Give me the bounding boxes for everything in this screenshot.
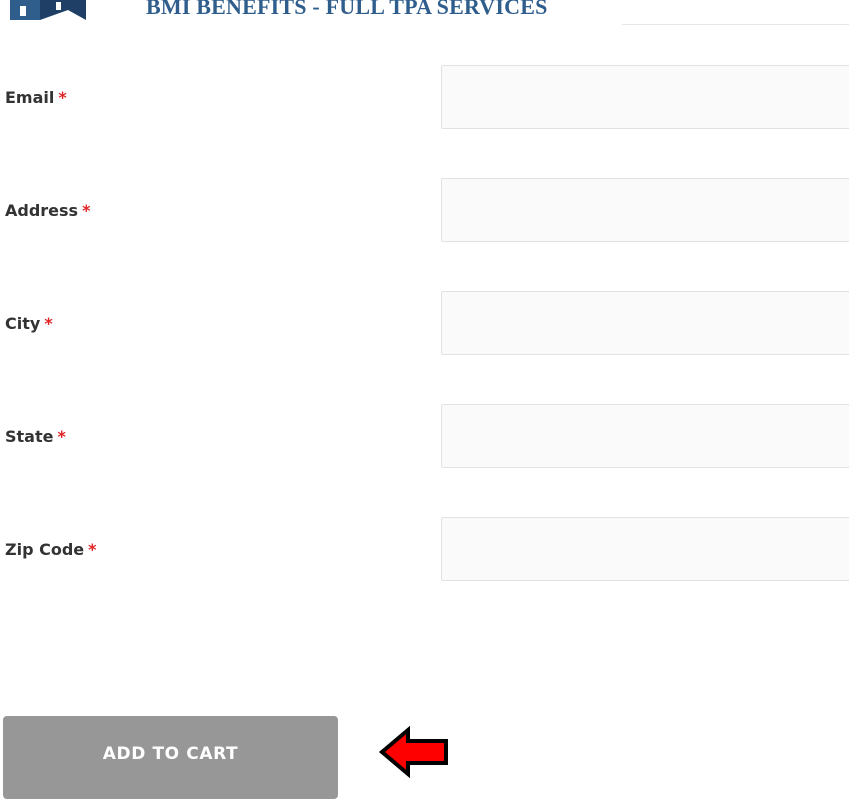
required-mark: *: [88, 540, 97, 559]
form-row-address: Address *: [0, 178, 849, 244]
checkout-form-page: BMI BENEFITS - FULL TPA SERVICES Email * …: [0, 0, 849, 799]
address-field[interactable]: [441, 178, 849, 242]
state-label-text: State: [5, 427, 54, 446]
zip-code-label: Zip Code *: [5, 540, 97, 559]
address-label: Address *: [5, 201, 90, 220]
form-row-state: State *: [0, 404, 849, 470]
bmi-logo-icon[interactable]: [10, 0, 86, 20]
zip-code-label-text: Zip Code: [5, 540, 85, 559]
city-label: City *: [5, 314, 53, 333]
city-field[interactable]: [441, 291, 849, 355]
required-mark: *: [44, 314, 53, 333]
form-row-email: Email *: [0, 65, 849, 131]
city-label-text: City: [5, 314, 41, 333]
zip-code-field[interactable]: [441, 517, 849, 581]
email-field[interactable]: [441, 65, 849, 129]
brand-title[interactable]: BMI BENEFITS - FULL TPA SERVICES: [146, 0, 548, 20]
header-divider: [622, 24, 849, 25]
form-row-city: City *: [0, 291, 849, 357]
left-arrow-icon: [378, 725, 448, 779]
required-mark: *: [57, 427, 66, 446]
add-to-cart-button[interactable]: ADD TO CART: [3, 716, 338, 799]
email-label: Email *: [5, 88, 67, 107]
form-row-zip-code: Zip Code *: [0, 517, 849, 583]
site-header: BMI BENEFITS - FULL TPA SERVICES: [0, 0, 849, 26]
state-field[interactable]: [441, 404, 849, 468]
required-mark: *: [58, 88, 67, 107]
address-label-text: Address: [5, 201, 79, 220]
state-label: State *: [5, 427, 66, 446]
email-label-text: Email: [5, 88, 55, 107]
required-mark: *: [82, 201, 91, 220]
